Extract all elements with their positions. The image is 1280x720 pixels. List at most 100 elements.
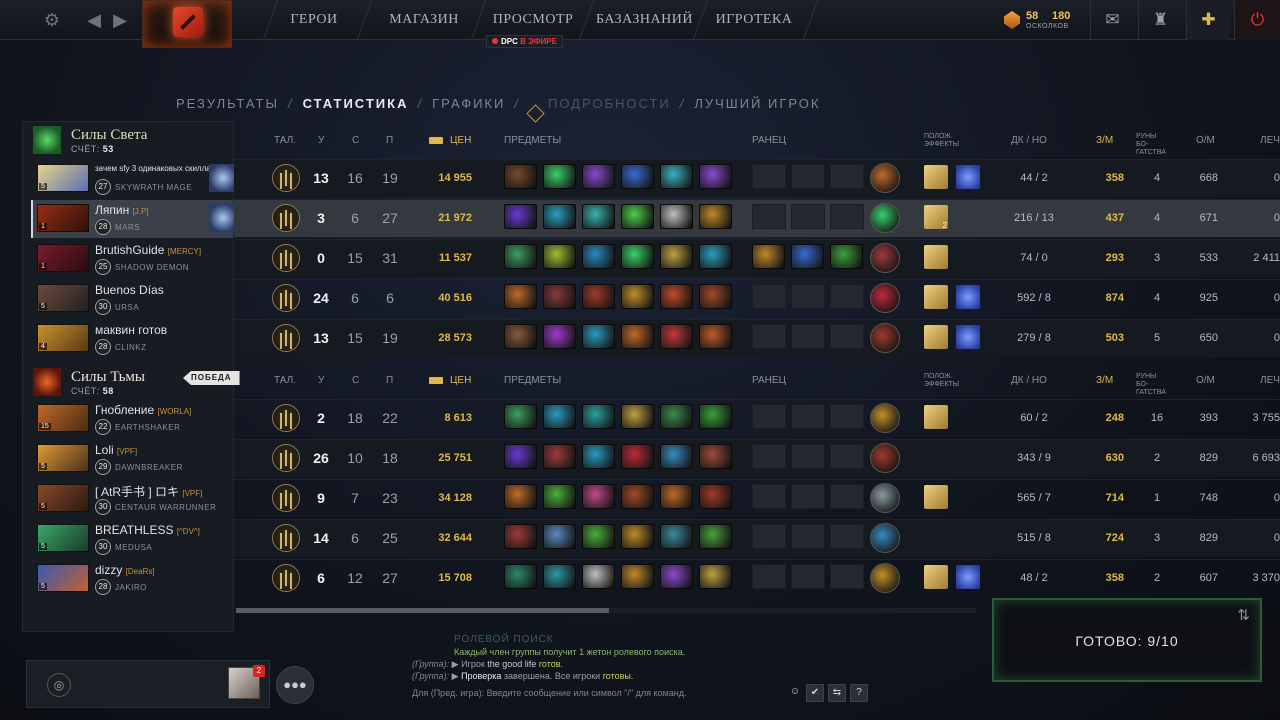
item-icon[interactable] — [582, 244, 615, 269]
item-icon[interactable] — [660, 524, 693, 549]
item-icon[interactable] — [621, 404, 654, 429]
item-icon[interactable] — [660, 484, 693, 509]
item-icon[interactable] — [504, 404, 537, 429]
aghanims-shard-icon[interactable] — [924, 325, 948, 349]
stats-row[interactable]: 9 7 23 34 128 565 / 7 714 1 748 0 — [234, 479, 1280, 517]
scrollbar-thumb[interactable] — [236, 608, 609, 613]
item-icon[interactable] — [660, 404, 693, 429]
tab-graphs[interactable]: ГРАФИКИ — [432, 96, 505, 111]
item-icon[interactable] — [660, 204, 693, 229]
item-icon[interactable] — [660, 164, 693, 189]
item-icon[interactable] — [582, 484, 615, 509]
stats-row[interactable]: 24 6 6 40 516 592 / 8 874 4 925 0 — [234, 279, 1280, 317]
player-row[interactable]: 5 [ AtR手书 ] ロキ [VPF] 30 CENTAUR WARRUNNER — [33, 480, 231, 518]
talent-tree-icon[interactable] — [272, 244, 300, 272]
stats-row[interactable]: 13 15 19 28 573 279 / 8 503 5 650 0 — [234, 319, 1280, 357]
item-icon[interactable] — [543, 444, 576, 469]
item-icon[interactable] — [543, 164, 576, 189]
tab-details[interactable]: ПОДРОБНОСТИ — [548, 96, 671, 111]
item-icon[interactable] — [543, 404, 576, 429]
item-icon[interactable] — [543, 324, 576, 349]
column-header-k[interactable]: У — [318, 135, 324, 146]
item-icon[interactable] — [582, 524, 615, 549]
talent-tree-icon[interactable] — [272, 484, 300, 512]
item-icon[interactable] — [504, 324, 537, 349]
player-row[interactable]: 1 Ляпин [J.P] 28 MARS — [31, 200, 237, 238]
column-header-runes[interactable]: РУНЫ БО-ГАТСТВА — [1136, 133, 1166, 157]
player-row[interactable]: 4 маквин готов 28 CLINKZ — [33, 320, 231, 358]
item-icon[interactable] — [699, 404, 732, 429]
neutral-item-icon[interactable] — [870, 203, 900, 233]
player-row[interactable]: 5 Buenos Días 30 URSA — [33, 280, 231, 318]
dota-logo-button[interactable] — [142, 0, 232, 48]
item-icon[interactable] — [621, 484, 654, 509]
item-icon[interactable] — [582, 324, 615, 349]
aghanims-shard-icon[interactable]: 2 — [924, 205, 948, 230]
column-header-d[interactable]: С — [352, 135, 359, 146]
nav-arcade[interactable]: ИГРОТЕКА — [712, 0, 796, 40]
aghanims-shard-icon[interactable] — [924, 285, 948, 309]
item-icon[interactable] — [621, 524, 654, 549]
player-row[interactable]: 1 BrutishGuide [MERCY] 25 SHADOW DEMON — [33, 240, 231, 278]
item-icon[interactable] — [504, 244, 537, 269]
player-row[interactable]: 5 dizzy [DeaRs] 28 JAKIRO — [33, 560, 231, 598]
back-arrow-icon[interactable]: ◀ — [82, 8, 106, 32]
translate-icon[interactable]: ⇆ — [828, 684, 846, 702]
item-icon[interactable] — [621, 284, 654, 309]
column-header-nw[interactable]: ЦЕН — [450, 375, 471, 386]
column-header-gpm[interactable]: З/М — [1096, 375, 1113, 386]
column-header-runes[interactable]: РУНЫ БО-ГАТСТВА — [1136, 373, 1166, 397]
moon-shard-icon[interactable] — [956, 565, 980, 589]
stats-row[interactable]: 13 16 19 14 955 44 / 2 358 4 668 0 — [234, 159, 1280, 197]
column-header-xpm[interactable]: О/М — [1196, 375, 1215, 386]
column-header-backpack[interactable]: РАНЕЦ — [752, 135, 786, 146]
column-header-gpm[interactable]: З/М — [1096, 135, 1113, 146]
item-icon[interactable] — [504, 444, 537, 469]
item-icon[interactable] — [504, 524, 537, 549]
item-icon[interactable] — [621, 244, 654, 269]
stats-row[interactable]: 6 12 27 15 708 48 / 2 358 2 607 3 370 — [234, 559, 1280, 597]
backpack-item-icon[interactable] — [791, 244, 824, 269]
backpack-item-icon[interactable] — [752, 244, 785, 269]
item-icon[interactable] — [582, 564, 615, 589]
item-icon[interactable] — [699, 204, 732, 229]
player-row[interactable]: 5 BREATHLESS [^DV^] 30 MEDUSA — [33, 520, 231, 558]
item-icon[interactable] — [621, 324, 654, 349]
column-header-talent[interactable]: ТАЛ. — [274, 375, 296, 386]
item-icon[interactable] — [621, 204, 654, 229]
dpc-live-badge[interactable]: DPC В ЭФИРЕ — [486, 35, 563, 48]
column-header-d[interactable]: С — [352, 375, 359, 386]
help-icon[interactable]: ? — [850, 684, 868, 702]
neutral-item-icon[interactable] — [870, 483, 900, 513]
player-row[interactable]: 5 Loli [VPF] 29 DAWNBREAKER — [33, 440, 231, 478]
chat-input[interactable]: Для (Пред. игра): Введите сообщение или … — [412, 688, 792, 702]
aghanims-shard-icon[interactable] — [924, 245, 948, 269]
talent-tree-icon[interactable] — [272, 324, 300, 352]
item-icon[interactable] — [699, 444, 732, 469]
moon-shard-icon[interactable] — [956, 165, 980, 189]
item-icon[interactable] — [660, 444, 693, 469]
item-icon[interactable] — [699, 244, 732, 269]
item-icon[interactable] — [660, 564, 693, 589]
nav-watch[interactable]: ПРОСМОТР — [490, 0, 576, 40]
column-header-items[interactable]: ПРЕДМЕТЫ — [504, 135, 561, 146]
forward-arrow-icon[interactable]: ▶ — [108, 8, 132, 32]
shards-counter[interactable]: 58 180 ОСКОЛКОВ — [1004, 8, 1080, 34]
neutral-item-icon[interactable] — [870, 243, 900, 273]
column-header-heal[interactable]: ЛЕЧ — [1260, 375, 1280, 386]
item-icon[interactable] — [504, 564, 537, 589]
emoji-icon[interactable]: ☺ — [786, 684, 804, 702]
talent-tree-icon[interactable] — [272, 204, 300, 232]
column-header-dn[interactable]: ДК / НО — [1011, 375, 1047, 386]
item-icon[interactable] — [660, 324, 693, 349]
item-icon[interactable] — [582, 204, 615, 229]
item-icon[interactable] — [621, 564, 654, 589]
tab-results[interactable]: РЕЗУЛЬТАТЫ — [176, 96, 279, 111]
group-icon[interactable]: ●●● — [276, 666, 314, 704]
aghanims-shard-icon[interactable] — [924, 565, 948, 589]
neutral-item-icon[interactable] — [870, 523, 900, 553]
neutral-item-icon[interactable] — [870, 323, 900, 353]
talent-tree-icon[interactable] — [272, 164, 300, 192]
power-icon[interactable]: ⏻ — [1234, 0, 1280, 40]
aghanims-shard-icon[interactable] — [924, 485, 948, 509]
